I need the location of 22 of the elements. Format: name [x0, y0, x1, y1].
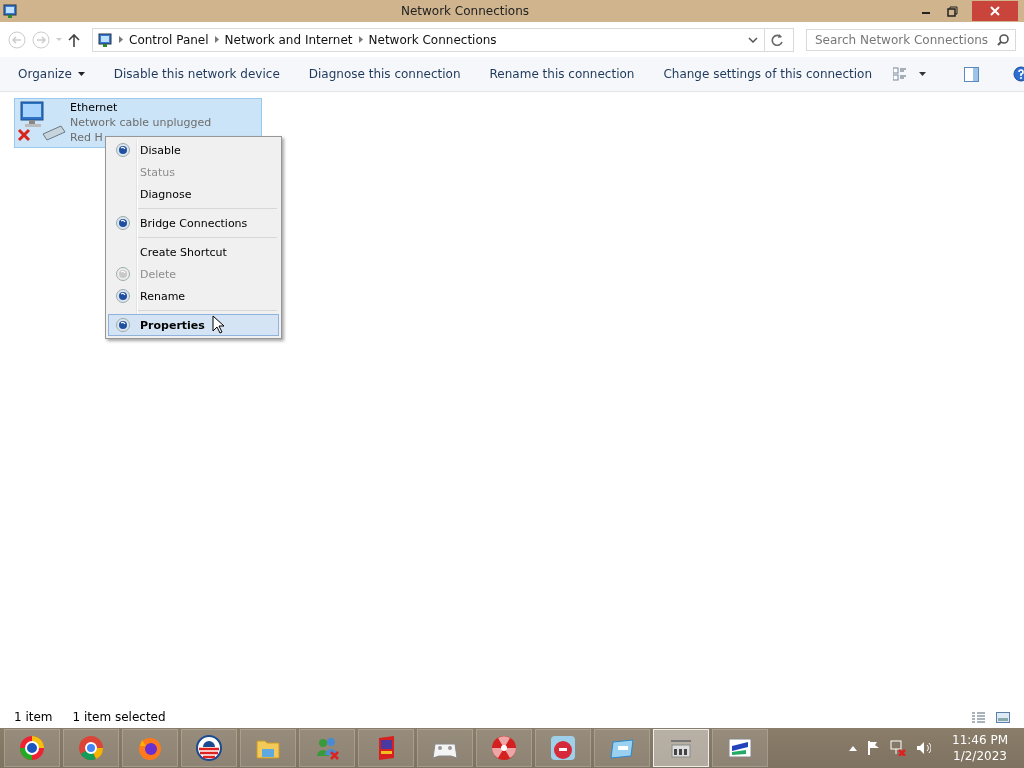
menu-item[interactable]: Diagnose: [108, 183, 279, 205]
search-field[interactable]: Search Network Connections: [806, 28, 1016, 51]
toolbar-button[interactable]: Disable this network device: [105, 63, 288, 85]
breadcrumb-item[interactable]: Control Panel: [129, 32, 209, 47]
breadcrumb-item[interactable]: Network Connections: [368, 32, 497, 47]
organize-menu[interactable]: Organize: [10, 63, 93, 85]
toolbar-button[interactable]: Diagnose this connection: [300, 63, 469, 85]
address-bar[interactable]: Control Panel Network and Internet Network Connections: [92, 27, 794, 52]
menu-item[interactable]: Properties: [108, 314, 279, 336]
toolbar-button[interactable]: Change settings of this connection: [655, 63, 881, 85]
connection-name: Ethernet: [70, 100, 119, 115]
menu-item[interactable]: Rename: [108, 285, 279, 307]
connection-status: Network cable unplugged: [70, 115, 212, 130]
window-title: Network Connections: [399, 4, 531, 18]
device-name: Red H: [70, 130, 104, 145]
menu-item[interactable]: Create Shortcut: [108, 241, 279, 263]
menu-item[interactable]: Bridge Connections: [108, 212, 279, 234]
selection-count: 1 item selected: [72, 710, 166, 724]
item-count: 1 item: [14, 710, 53, 724]
toolbar-button[interactable]: Rename this connection: [481, 63, 643, 85]
breadcrumb-item[interactable]: Network and Internet: [224, 32, 353, 47]
clock[interactable]: 11:46 PM 1/2/2023: [952, 732, 1008, 764]
